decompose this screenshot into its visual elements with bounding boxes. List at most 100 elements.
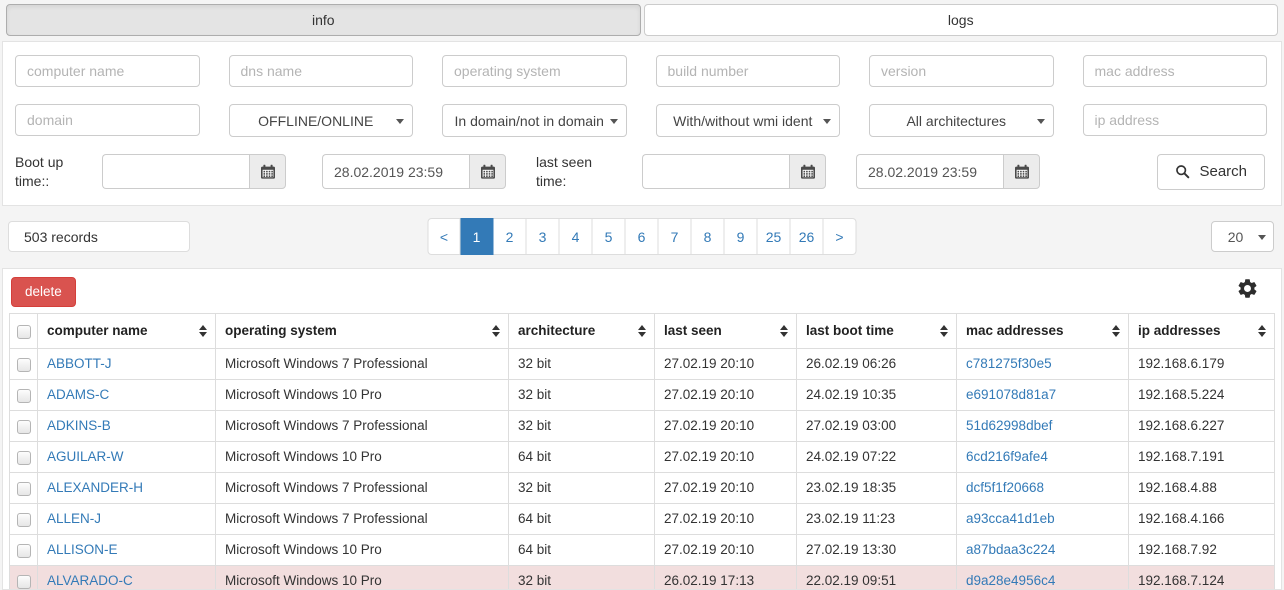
offline-online-select[interactable]: OFFLINE/ONLINE xyxy=(229,104,414,137)
computer-name-link[interactable]: AGUILAR-W xyxy=(47,449,124,464)
row-checkbox[interactable] xyxy=(17,358,31,372)
computer-name-link[interactable]: ADAMS-C xyxy=(47,387,109,402)
page-size-select[interactable]: 20 xyxy=(1211,221,1274,252)
ip-address-cell: 192.168.4.88 xyxy=(1129,472,1275,503)
architectures-select[interactable]: All architectures xyxy=(869,104,1054,137)
table-row: ADKINS-B Microsoft Windows 7 Professiona… xyxy=(10,410,1275,441)
header-mac-addresses[interactable]: mac addresses xyxy=(957,313,1129,348)
row-checkbox[interactable] xyxy=(17,544,31,558)
pagination-page-4[interactable]: 4 xyxy=(560,218,593,255)
pagination-strip: 503 records <1234567892526> 20 xyxy=(0,206,1284,268)
mac-address-link[interactable]: 6cd216f9afe4 xyxy=(966,449,1048,464)
boot-up-time-label: Boot up time:: xyxy=(15,153,97,191)
mac-address-link[interactable]: d9a28e4956c4 xyxy=(966,573,1055,588)
mac-address-link[interactable]: 51d62998dbef xyxy=(966,418,1052,433)
header-last-seen[interactable]: last seen xyxy=(655,313,797,348)
pagination: <1234567892526> xyxy=(428,218,857,255)
select-all-checkbox[interactable] xyxy=(17,325,31,339)
domain-filter-input[interactable] xyxy=(15,104,200,136)
wmi-ident-select-value: With/without wmi ident xyxy=(673,113,812,129)
pagination-page-3[interactable]: 3 xyxy=(527,218,560,255)
pagination-prev[interactable]: < xyxy=(428,218,461,255)
tab-info[interactable]: info xyxy=(6,4,641,36)
in-domain-select[interactable]: In domain/not in domain xyxy=(442,104,627,137)
header-operating-system[interactable]: operating system xyxy=(216,313,509,348)
boot-from-date-input[interactable] xyxy=(102,154,249,189)
calendar-icon[interactable] xyxy=(469,154,506,189)
mac-address-link[interactable]: e691078d81a7 xyxy=(966,387,1056,402)
header-last-boot-time[interactable]: last boot time xyxy=(797,313,957,348)
settings-button[interactable] xyxy=(1236,277,1259,303)
filter-panel: OFFLINE/ONLINE In domain/not in domain W… xyxy=(2,41,1282,206)
table-toolbar: delete xyxy=(9,275,1275,313)
chevron-down-icon xyxy=(1258,235,1266,240)
operating-system-cell: Microsoft Windows 7 Professional xyxy=(216,348,509,379)
header-ip-addresses[interactable]: ip addresses xyxy=(1129,313,1275,348)
pagination-page-5[interactable]: 5 xyxy=(593,218,626,255)
computer-name-link[interactable]: ALLISON-E xyxy=(47,542,118,557)
table-row: ALVARADO-C Microsoft Windows 10 Pro 32 b… xyxy=(10,565,1275,590)
tab-logs[interactable]: logs xyxy=(644,4,1279,36)
ip-address-filter-input[interactable] xyxy=(1083,104,1268,136)
header-computer-name[interactable]: computer name xyxy=(38,313,216,348)
delete-button[interactable]: delete xyxy=(11,277,76,307)
chevron-down-icon xyxy=(610,119,618,124)
pagination-page-2[interactable]: 2 xyxy=(494,218,527,255)
row-checkbox[interactable] xyxy=(17,513,31,527)
boot-to-date-input[interactable] xyxy=(322,154,469,189)
mac-address-link[interactable]: c781275f30e5 xyxy=(966,356,1052,371)
mac-address-filter-input[interactable] xyxy=(1083,55,1268,87)
operating-system-filter-input[interactable] xyxy=(442,55,627,87)
wmi-ident-select[interactable]: With/without wmi ident xyxy=(656,104,841,137)
last-seen-cell: 27.02.19 20:10 xyxy=(655,472,797,503)
seen-from-date-input[interactable] xyxy=(642,154,789,189)
select-all-header xyxy=(10,313,38,348)
computer-name-link[interactable]: ALVARADO-C xyxy=(47,573,133,588)
computer-name-filter-input[interactable] xyxy=(15,55,200,87)
operating-system-cell: Microsoft Windows 7 Professional xyxy=(216,472,509,503)
mac-address-link[interactable]: dcf5f1f20668 xyxy=(966,480,1044,495)
search-button-label: Search xyxy=(1199,163,1247,180)
sort-icon[interactable] xyxy=(492,325,500,337)
header-architecture[interactable]: architecture xyxy=(509,313,655,348)
architecture-cell: 64 bit xyxy=(509,441,655,472)
computer-name-link[interactable]: ALEXANDER-H xyxy=(47,480,143,495)
seen-to-date-input[interactable] xyxy=(856,154,1003,189)
pagination-page-26[interactable]: 26 xyxy=(791,218,824,255)
search-button[interactable]: Search xyxy=(1157,154,1265,190)
calendar-icon[interactable] xyxy=(249,154,286,189)
version-filter-input[interactable] xyxy=(869,55,1054,87)
ip-address-cell: 192.168.5.224 xyxy=(1129,379,1275,410)
row-checkbox[interactable] xyxy=(17,389,31,403)
computer-name-link[interactable]: ABBOTT-J xyxy=(47,356,112,371)
operating-system-cell: Microsoft Windows 10 Pro xyxy=(216,534,509,565)
operating-system-cell: Microsoft Windows 7 Professional xyxy=(216,503,509,534)
sort-icon[interactable] xyxy=(1258,325,1266,337)
sort-icon[interactable] xyxy=(199,325,207,337)
row-checkbox[interactable] xyxy=(17,575,31,589)
pagination-page-25[interactable]: 25 xyxy=(758,218,791,255)
sort-icon[interactable] xyxy=(780,325,788,337)
row-checkbox[interactable] xyxy=(17,482,31,496)
pagination-page-8[interactable]: 8 xyxy=(692,218,725,255)
pagination-page-7[interactable]: 7 xyxy=(659,218,692,255)
pagination-page-1[interactable]: 1 xyxy=(461,218,494,255)
pagination-next[interactable]: > xyxy=(824,218,857,255)
sort-icon[interactable] xyxy=(940,325,948,337)
row-checkbox[interactable] xyxy=(17,451,31,465)
pagination-page-9[interactable]: 9 xyxy=(725,218,758,255)
pagination-page-6[interactable]: 6 xyxy=(626,218,659,255)
calendar-icon[interactable] xyxy=(789,154,826,189)
mac-address-link[interactable]: a93cca41d1eb xyxy=(966,511,1055,526)
calendar-icon[interactable] xyxy=(1003,154,1040,189)
last-seen-cell: 27.02.19 20:10 xyxy=(655,503,797,534)
operating-system-cell: Microsoft Windows 10 Pro xyxy=(216,441,509,472)
dns-name-filter-input[interactable] xyxy=(229,55,414,87)
sort-icon[interactable] xyxy=(1112,325,1120,337)
computer-name-link[interactable]: ADKINS-B xyxy=(47,418,111,433)
sort-icon[interactable] xyxy=(638,325,646,337)
mac-address-link[interactable]: a87bdaa3c224 xyxy=(966,542,1055,557)
row-checkbox[interactable] xyxy=(17,420,31,434)
build-number-filter-input[interactable] xyxy=(656,55,841,87)
computer-name-link[interactable]: ALLEN-J xyxy=(47,511,101,526)
